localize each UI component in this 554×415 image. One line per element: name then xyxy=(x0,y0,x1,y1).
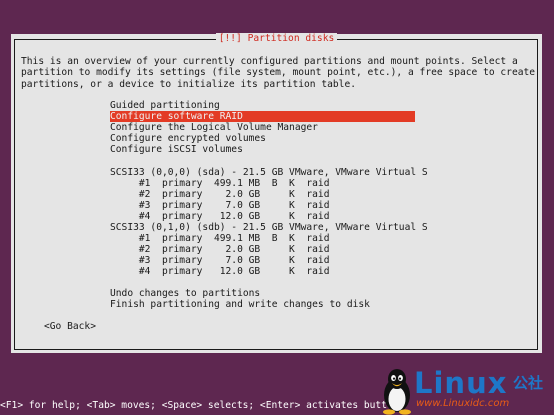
menu-item-configure-software-raid[interactable]: Configure software RAID xyxy=(110,111,415,122)
disk-sda[interactable]: SCSI33 (0,0,0) (sda) - 21.5 GB VMware, V… xyxy=(110,167,428,178)
menu-item-guided-partitioning[interactable]: Guided partitioning xyxy=(110,100,415,111)
partition-row[interactable]: #1 primary 499.1 MB B K raid xyxy=(110,233,330,244)
watermark-word: Linux xyxy=(414,366,508,400)
partition-row[interactable]: #1 primary 499.1 MB B K raid xyxy=(110,178,330,189)
dialog-description: This is an overview of your currently co… xyxy=(21,56,536,90)
menu-item-configure-iscsi-volumes[interactable]: Configure iSCSI volumes xyxy=(110,144,415,155)
finish-partitioning-item[interactable]: Finish partitioning and write changes to… xyxy=(110,299,370,310)
partition-row[interactable]: #3 primary 7.0 GB K raid xyxy=(110,255,330,266)
partition-row[interactable]: #2 primary 2.0 GB K raid xyxy=(110,189,330,200)
partition-row[interactable]: #4 primary 12.0 GB K raid xyxy=(110,211,330,222)
undo-changes-item[interactable]: Undo changes to partitions xyxy=(110,288,260,299)
go-back-button[interactable]: <Go Back> xyxy=(44,321,96,332)
tux-penguin-icon xyxy=(383,369,411,415)
partition-row[interactable]: #4 primary 12.0 GB K raid xyxy=(110,266,330,277)
watermark-url: www.Linuxidc.com xyxy=(416,398,510,409)
menu-item-configure-encrypted-volumes[interactable]: Configure encrypted volumes xyxy=(110,133,415,144)
disk-sdb[interactable]: SCSI33 (0,1,0) (sdb) - 21.5 GB VMware, V… xyxy=(110,222,428,233)
dialog-title: [!!] Partition disks xyxy=(215,33,338,44)
dialog-title-bar: [!!] Partition disks xyxy=(11,33,542,44)
watermark-chinese: 公社 xyxy=(513,374,544,392)
watermark-logo: Linux 公社 www.Linuxidc.com xyxy=(380,365,554,415)
partition-row[interactable]: #3 primary 7.0 GB K raid xyxy=(110,200,330,211)
partition-row[interactable]: #2 primary 2.0 GB K raid xyxy=(110,244,330,255)
menu-item-configure-lvm[interactable]: Configure the Logical Volume Manager xyxy=(110,122,415,133)
partition-dialog: [!!] Partition disks This is an overview… xyxy=(11,33,542,353)
